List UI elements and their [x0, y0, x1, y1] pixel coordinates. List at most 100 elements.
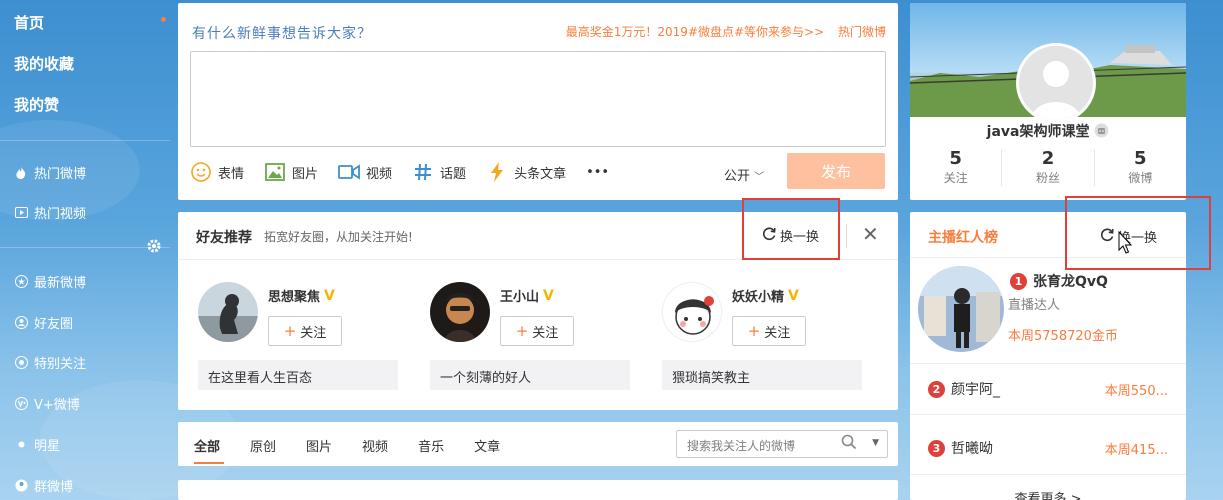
tab-original[interactable]: 原创 — [250, 436, 276, 455]
sidebar-item-friends-circle[interactable]: 好友圈 — [14, 313, 73, 332]
stat-followers[interactable]: 2 粉丝 — [1002, 149, 1095, 186]
friend-card: 王小山 V + 关注 一个刻薄的好人 — [410, 278, 630, 390]
sidebar-item-stars[interactable]: 明星 — [14, 435, 60, 454]
sidebar-item-label: 我的收藏 — [14, 55, 75, 73]
friend-name[interactable]: 思想聚焦 V — [268, 286, 335, 306]
sidebar-item-favorites[interactable]: 我的收藏 — [14, 53, 74, 74]
section-title: 好友推荐 — [196, 230, 252, 246]
composer-toolbar: 表情 图片 视频 话题 头条文章 ••• — [190, 161, 609, 183]
avatar[interactable] — [198, 282, 258, 342]
rank-role: 直播达人 — [1008, 298, 1061, 313]
avatar[interactable] — [918, 266, 1004, 352]
follow-button[interactable]: + 关注 — [732, 316, 806, 346]
rank-badge: 3 — [928, 439, 945, 457]
promo-banner: 最高奖金1万元！2019#微盘点#等你来参与>> 热门微博 — [566, 23, 886, 40]
follow-button[interactable]: + 关注 — [268, 316, 342, 346]
rank-name: 颜宇阿_ — [951, 382, 1000, 398]
rank-coins: 本周5758720金币 — [1008, 329, 1118, 344]
fire-icon — [14, 166, 28, 180]
mouse-cursor-icon — [1118, 230, 1133, 261]
video-button[interactable]: 视频 — [338, 161, 392, 183]
friend-name[interactable]: 王小山 V — [500, 286, 554, 306]
tab-articles[interactable]: 文章 — [474, 436, 500, 455]
rank-name: 哲曦呦 — [951, 441, 993, 457]
search-icon[interactable] — [841, 434, 857, 453]
tool-label: 话题 — [440, 166, 467, 182]
video-camera-icon — [338, 161, 360, 183]
feed-filter-bar: 全部 原创 图片 视频 音乐 文章 搜索我关注人的微博 ▼ — [178, 422, 898, 466]
tab-music[interactable]: 音乐 — [418, 436, 444, 455]
post-textarea[interactable] — [190, 51, 886, 147]
more-button[interactable]: ••• — [586, 165, 609, 180]
view-more-link[interactable]: 查看更多 > — [910, 488, 1186, 500]
plus-icon: + — [515, 322, 529, 340]
stat-posts[interactable]: 5 微博 — [1095, 149, 1186, 186]
publish-button[interactable]: 发布 — [787, 153, 885, 189]
follow-label: 关注 — [532, 325, 559, 341]
star-icon — [14, 275, 28, 289]
friend-card: 妖妖小精 V + 关注 猥琐搞笑教主 — [642, 278, 862, 390]
profile-stats: 5 关注 2 粉丝 5 微博 — [910, 149, 1186, 186]
image-button[interactable]: 图片 — [264, 161, 318, 183]
feed-tabs: 全部 原创 图片 视频 音乐 文章 — [194, 436, 500, 455]
promo-link[interactable]: 最高奖金1万元！2019#微盘点#等你来参与>> — [566, 25, 824, 39]
emoji-button[interactable]: 表情 — [190, 161, 244, 183]
follow-label: 关注 — [764, 325, 791, 341]
gear-icon[interactable] — [146, 238, 162, 254]
hot-weibo-link[interactable]: 热门微博 — [838, 25, 886, 39]
feed-search-input[interactable]: 搜索我关注人的微博 ▼ — [676, 430, 888, 458]
sidebar-item-special-follow[interactable]: 特别关注 — [14, 353, 86, 372]
visibility-label: 公开 — [724, 169, 751, 184]
visibility-select[interactable]: 公开 ﹀ — [724, 165, 764, 184]
avatar[interactable] — [1016, 43, 1096, 123]
sidebar-item-likes[interactable]: 我的赞 — [14, 94, 59, 115]
plus-icon: + — [283, 322, 297, 340]
sidebar-item-label: 最新微博 — [34, 276, 87, 291]
sidebar-divider — [0, 247, 170, 248]
sidebar-item-v-plus[interactable]: V+微博 — [14, 394, 80, 413]
follow-button[interactable]: + 关注 — [500, 316, 574, 346]
avatar[interactable] — [662, 282, 722, 342]
v-plus-icon — [14, 397, 28, 411]
video-icon — [14, 206, 28, 220]
article-button[interactable]: 头条文章 — [486, 161, 566, 183]
tool-label: 图片 — [292, 166, 319, 182]
close-icon[interactable]: ✕ — [862, 222, 879, 246]
sidebar-item-latest[interactable]: 最新微博 — [14, 272, 86, 291]
follow-label: 关注 — [300, 325, 327, 341]
divider — [910, 474, 1186, 475]
tab-videos[interactable]: 视频 — [362, 436, 388, 455]
avatar[interactable] — [430, 282, 490, 342]
sidebar-item-label: 群微博 — [34, 480, 74, 495]
feed-list — [178, 480, 898, 500]
profile-name[interactable]: java架构师课堂 — [910, 121, 1186, 142]
rank-first-name[interactable]: 1 张育龙QvQ — [1010, 271, 1108, 291]
sidebar-item-hot-weibo[interactable]: 热门微博 — [14, 163, 86, 182]
rank-value: 本周550... — [1104, 383, 1168, 399]
tab-images[interactable]: 图片 — [306, 436, 332, 455]
caret-down-icon[interactable]: ▼ — [872, 438, 879, 448]
more-icon: ••• — [586, 164, 610, 180]
annotation-highlight-box — [1065, 196, 1211, 270]
verified-icon: V — [788, 287, 799, 304]
sidebar-item-label: 首页 — [14, 14, 45, 32]
tool-label: 视频 — [366, 166, 393, 182]
topic-button[interactable]: 话题 — [412, 161, 466, 183]
sidebar-item-label: 明星 — [34, 439, 61, 454]
sidebar-item-group-weibo[interactable]: 群微博 — [14, 476, 73, 495]
emoji-icon — [190, 161, 212, 183]
unread-dot — [161, 17, 166, 22]
tab-all[interactable]: 全部 — [194, 436, 220, 455]
friend-description: 在这里看人生百态 — [198, 360, 398, 390]
anchor-rank-list: 主播红人榜 换一换 1 张育龙QvQ 直播达人 本周5758720金币 2 颜宇… — [910, 196, 1211, 500]
friend-name[interactable]: 妖妖小精 V — [732, 286, 799, 306]
sidebar-item-label: 热门微博 — [34, 167, 87, 182]
target-icon — [14, 356, 28, 370]
rank-row[interactable]: 2 颜宇阿_ 本周550... — [928, 374, 1168, 404]
sidebar-item-hot-video[interactable]: 热门视频 — [14, 203, 86, 222]
rank-row[interactable]: 3 哲曦呦 本周415... — [928, 433, 1168, 463]
sidebar-item-home[interactable]: 首页 — [14, 12, 44, 33]
stat-following[interactable]: 5 关注 — [910, 149, 1003, 186]
friend-description: 一个刻薄的好人 — [430, 360, 630, 390]
tool-label: 表情 — [218, 166, 245, 182]
